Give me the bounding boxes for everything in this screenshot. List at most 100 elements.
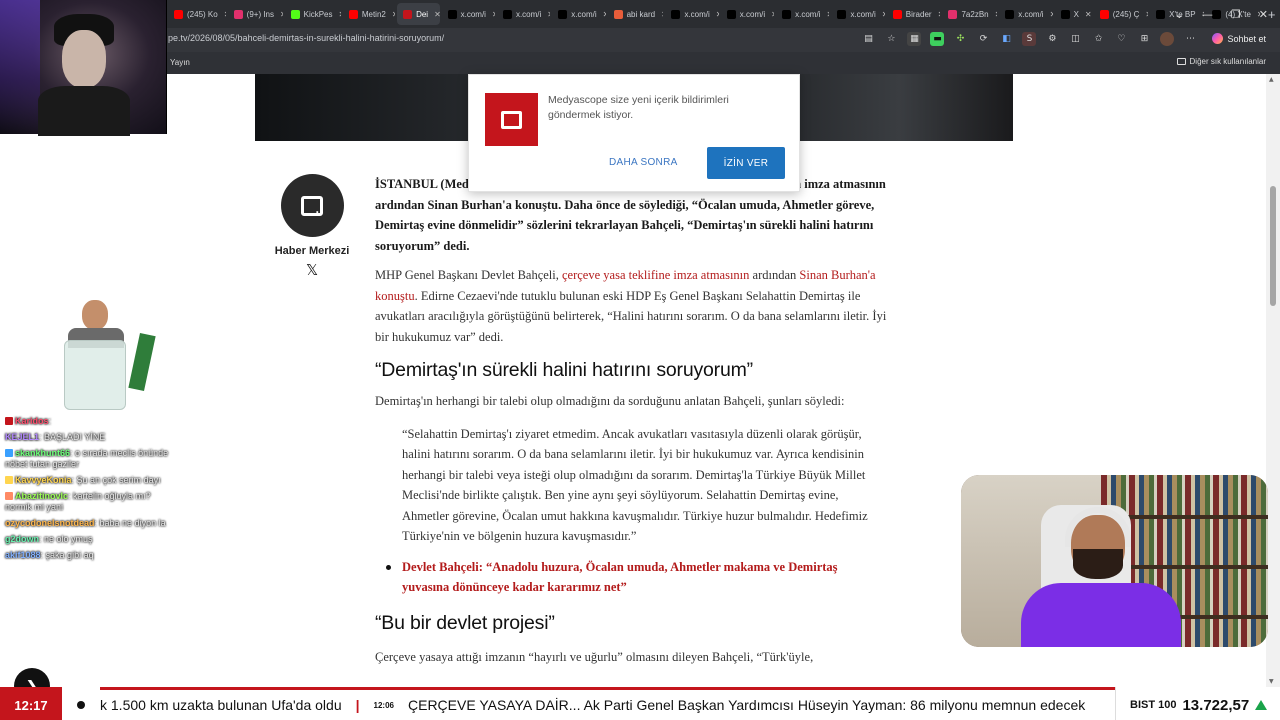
overlay-jar	[64, 340, 126, 410]
article-body: İSTANBUL (Medyascope) – MHP Genel Başkan…	[375, 174, 895, 667]
extension-puzzle-icon[interactable]: ✣	[953, 32, 967, 46]
scroll-up-arrow-icon[interactable]: ▲	[1269, 76, 1274, 83]
paragraph-text: ardından	[749, 268, 800, 282]
guest-shirt	[1021, 583, 1181, 647]
chat-text: ne olo ymuş	[44, 534, 93, 544]
browser-tab[interactable]: x.com/i ✕	[665, 3, 719, 25]
browser-tab[interactable]: Metin2 ✕	[343, 3, 395, 25]
close-window-icon[interactable]: ✕	[1259, 8, 1268, 21]
other-favorites-folder[interactable]: Diğer sık kullanılanlar	[1176, 57, 1266, 66]
extension-icon[interactable]: ▦	[907, 31, 922, 46]
overlay-animation	[30, 300, 156, 415]
chat-username[interactable]: KavvyeKonia	[15, 475, 72, 485]
tab-close-icon[interactable]: ✕	[661, 10, 663, 19]
extension-refresh-icon[interactable]: ⟳	[976, 32, 990, 46]
tab-close-icon[interactable]: ✕	[339, 10, 341, 19]
related-link[interactable]: Devlet Bahçeli: “Anadolu huzura, Öcalan …	[386, 557, 882, 598]
browser-tab[interactable]: KickPes ✕	[285, 3, 341, 25]
medyascope-logo	[485, 93, 538, 146]
tab-close-icon[interactable]: ✕	[492, 10, 495, 19]
tab-close-icon[interactable]: ✕	[771, 10, 774, 19]
extension-s-icon[interactable]: S	[1022, 31, 1037, 46]
browser-tab[interactable]: x.com/i ✕	[721, 3, 774, 25]
browser-tab[interactable]: Dei ✕	[397, 3, 440, 25]
browser-tab[interactable]: abi kard ✕	[608, 3, 663, 25]
other-favorites-label: Diğer sık kullanılanlar	[1189, 57, 1266, 66]
window-controls: ⌄ — ❐ ✕	[1175, 0, 1280, 28]
tab-close-icon[interactable]: ✕	[938, 10, 941, 19]
tab-favicon-icon	[233, 9, 243, 19]
tab-close-icon[interactable]: ✕	[716, 10, 719, 19]
tab-close-icon[interactable]: ✕	[392, 10, 395, 19]
browser-tab[interactable]: (9+) Ins ✕	[228, 3, 283, 25]
extension-green-icon[interactable]: ▬	[930, 31, 945, 46]
tab-close-icon[interactable]: ✕	[603, 10, 606, 19]
chat-username[interactable]: akif1088	[5, 550, 41, 560]
chat-username[interactable]: Karidos	[15, 416, 49, 426]
tab-search-icon[interactable]: ⌄	[1175, 8, 1184, 21]
tab-close-icon[interactable]: ✕	[826, 10, 829, 19]
tab-close-icon[interactable]: ✕	[280, 10, 283, 19]
allow-button[interactable]: İZİN VER	[707, 147, 785, 179]
profile-avatar[interactable]	[1160, 31, 1175, 46]
browser-tab[interactable]: x.com/i ✕	[831, 3, 885, 25]
browser-tab[interactable]: x.com/i ✕	[497, 3, 550, 25]
chat-username[interactable]: g2down	[5, 534, 39, 544]
author-logo[interactable]	[280, 174, 344, 237]
tab-label: x.com/i	[739, 9, 766, 19]
market-index: BIST 100 13.722,57	[1115, 687, 1280, 720]
more-menu-icon[interactable]: ⋯	[1183, 32, 1197, 46]
author-name[interactable]: Haber Merkezi	[272, 245, 352, 257]
tab-close-icon[interactable]: ✕	[882, 10, 885, 19]
chat-username[interactable]: KEJEL1	[5, 432, 39, 442]
chat-username[interactable]: skankhunt66	[15, 448, 70, 458]
split-screen-icon[interactable]: ◫	[1068, 32, 1082, 46]
chat-username[interactable]: ozycodonelsnotdead	[5, 518, 95, 528]
tab-close-icon[interactable]: ✕	[995, 10, 998, 19]
performance-icon[interactable]: ♡	[1114, 32, 1128, 46]
url-field[interactable]: pe.tv/2026/08/05/bahceli-demirtas-in-sur…	[168, 33, 444, 43]
minimize-icon[interactable]: —	[1202, 8, 1213, 21]
tab-close-icon[interactable]: ✕	[1085, 10, 1092, 19]
copilot-chat-label: Sohbet et	[1227, 33, 1266, 44]
page-scrollbar[interactable]: ▲ ▼	[1266, 74, 1280, 687]
extensions-icon[interactable]: ⚙	[1045, 32, 1059, 46]
scroll-down-arrow-icon[interactable]: ▼	[1269, 678, 1274, 685]
tab-favicon-icon	[671, 9, 681, 19]
tab-favicon-icon	[1156, 9, 1166, 19]
tab-close-icon[interactable]: ✕	[1145, 10, 1148, 19]
browser-tab[interactable]: x.com/i ✕	[552, 3, 606, 25]
tab-close-icon[interactable]: ✕	[224, 10, 226, 19]
chat-badge-icon	[5, 476, 13, 484]
extension-translate-icon[interactable]: ◧	[999, 32, 1013, 46]
bookmark-item[interactable]: Yayın	[170, 58, 190, 67]
tab-close-icon[interactable]: ✕	[434, 10, 440, 19]
browser-tab[interactable]: x.com/i ✕	[776, 3, 829, 25]
browser-tab[interactable]: (245) Ç ✕	[1094, 3, 1148, 25]
folder-icon	[1176, 58, 1186, 65]
tab-favicon-icon	[613, 9, 623, 19]
collections-icon[interactable]: ⊞	[1137, 32, 1151, 46]
x-social-icon[interactable]: 𝕏	[272, 261, 352, 279]
browser-tab[interactable]: Birader ✕	[887, 3, 941, 25]
tab-favicon-icon	[948, 9, 958, 19]
tab-label: Dei	[416, 9, 429, 19]
scroll-thumb[interactable]	[1270, 186, 1276, 306]
tab-close-icon[interactable]: ✕	[547, 10, 550, 19]
favorite-star-icon[interactable]: ☆	[884, 32, 898, 46]
tab-label: x.com/i	[515, 9, 542, 19]
browser-tab[interactable]: X ✕	[1055, 3, 1092, 25]
maximize-icon[interactable]: ❐	[1231, 8, 1241, 21]
copilot-chat-button[interactable]: Sohbet et	[1206, 31, 1272, 46]
later-button[interactable]: DAHA SONRA	[609, 157, 678, 168]
favorites-icon[interactable]: ✩	[1091, 32, 1105, 46]
browser-tab[interactable]: 7a2zBn ✕	[942, 3, 997, 25]
chat-username[interactable]: AbazitinovIc	[15, 491, 68, 501]
tab-favicon-icon	[782, 9, 792, 19]
tab-close-icon[interactable]: ✕	[1050, 10, 1053, 19]
browser-tab[interactable]: x.com/i ✕	[999, 3, 1053, 25]
article-link[interactable]: çerçeve yasa teklifine imza atmasının	[562, 268, 749, 282]
browser-tab[interactable]: x.com/i ✕	[442, 3, 495, 25]
browser-tab[interactable]: (245) Ko ✕	[168, 3, 226, 25]
reader-icon[interactable]: ▤	[861, 32, 875, 46]
